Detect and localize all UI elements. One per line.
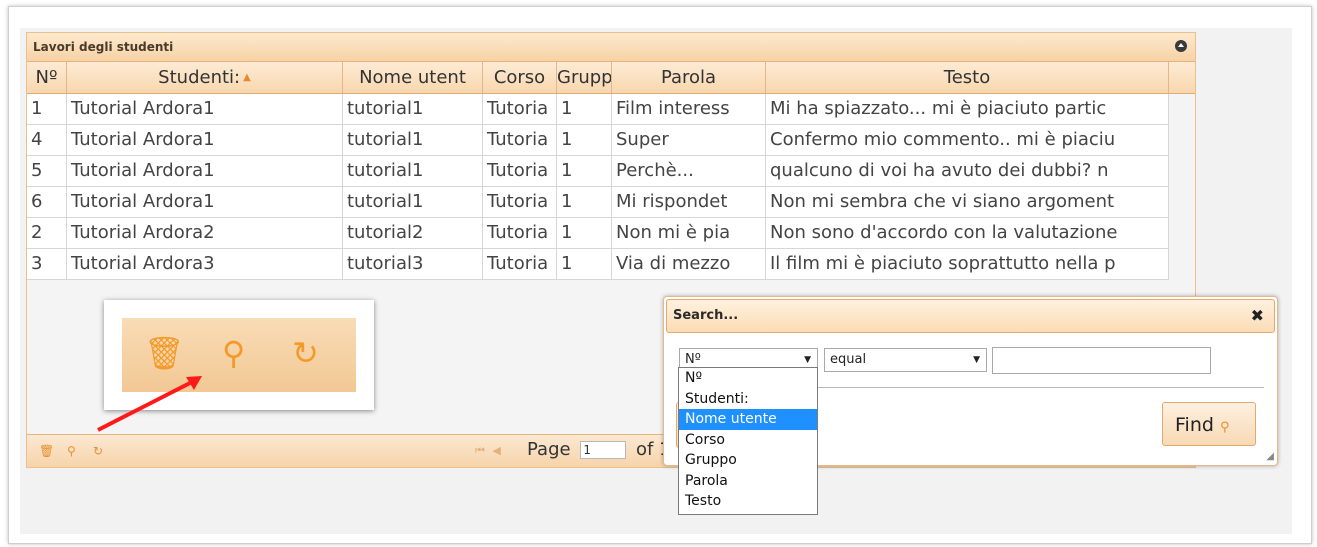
cell-studenti: Tutorial Ardora3 <box>67 249 343 279</box>
col-header-corso[interactable]: Corso <box>483 62 557 93</box>
col-header-parola[interactable]: Parola <box>612 62 766 93</box>
cell-testo: Confermo mio commento.. mi è piaciu <box>766 125 1169 155</box>
dropdown-option[interactable]: Corso <box>679 430 817 451</box>
cell-parola: Via di mezzo <box>612 249 766 279</box>
sort-asc-icon: ▲ <box>243 72 251 83</box>
cell-parola: Perchè... <box>612 156 766 186</box>
cell-testo: Non mi sembra che vi siano argoment <box>766 187 1169 217</box>
red-arrow <box>97 376 202 432</box>
search-title-bar: Search... ✖ <box>666 299 1275 333</box>
cell-gruppo: 1 <box>557 249 612 279</box>
cell-nome-utente: tutorial1 <box>343 94 483 124</box>
caret-down-icon: ▼ <box>973 355 980 365</box>
table-row[interactable]: 3 Tutorial Ardora3 tutorial3 Tutoria 1 Via di… <box>27 249 1169 280</box>
table-row[interactable]: 1 Tutorial Ardora1 tutorial1 Tutoria 1 Film i… <box>27 94 1169 125</box>
search-icon: ⚲ <box>1219 420 1230 435</box>
cell-gruppo: 1 <box>557 125 612 155</box>
cell-nome-utente: tutorial3 <box>343 249 483 279</box>
table-row[interactable]: 6 Tutorial Ardora1 tutorial1 Tutoria 1 Mi ris… <box>27 187 1169 218</box>
col-header-gruppo[interactable]: Grupp <box>557 62 612 93</box>
trash-icon: 🗑 <box>144 334 185 372</box>
col-header-no[interactable]: Nº <box>27 62 67 93</box>
cell-testo: Mi ha spiazzato... mi è piaciuto partic <box>766 94 1169 124</box>
table-row[interactable]: 5 Tutorial Ardora1 tutorial1 Tutoria 1 Perchè… <box>27 156 1169 187</box>
trash-icon[interactable]: 🗑 <box>39 444 54 458</box>
cell-no: 3 <box>27 249 67 279</box>
cell-corso: Tutoria <box>483 156 557 186</box>
cell-parola: Film interess <box>612 94 766 124</box>
cell-no: 1 <box>27 94 67 124</box>
collapse-icon[interactable] <box>1175 40 1187 52</box>
cell-parola: Super <box>612 125 766 155</box>
cell-gruppo: 1 <box>557 187 612 217</box>
search-icon: ⚲ <box>222 334 246 372</box>
cell-studenti: Tutorial Ardora2 <box>67 218 343 248</box>
dropdown-option[interactable]: Parola <box>679 471 817 492</box>
dropdown-option[interactable]: Gruppo <box>679 450 817 471</box>
cell-testo: qualcuno di voi ha avuto dei dubbi? n <box>766 156 1169 186</box>
cell-studenti: Tutorial Ardora1 <box>67 94 343 124</box>
cell-testo: Il film mi è piaciuto soprattutto nella … <box>766 249 1169 279</box>
cell-corso: Tutoria <box>483 125 557 155</box>
dropdown-option[interactable]: Nº <box>679 368 817 389</box>
search-value-input[interactable] <box>992 347 1211 374</box>
cell-corso: Tutoria <box>483 94 557 124</box>
table-row[interactable]: 2 Tutorial Ardora2 tutorial2 Tutoria 1 Non mi… <box>27 218 1169 249</box>
close-icon[interactable]: ✖ <box>1251 306 1264 325</box>
cell-nome-utente: tutorial2 <box>343 218 483 248</box>
cell-nome-utente: tutorial1 <box>343 156 483 186</box>
refresh-icon: ↻ <box>292 334 319 372</box>
search-title: Search... <box>673 308 739 323</box>
cell-testo: Non sono d'accordo con la valutazione <box>766 218 1169 248</box>
cell-gruppo: 1 <box>557 218 612 248</box>
cell-corso: Tutoria <box>483 218 557 248</box>
page-number-input[interactable]: 1 <box>580 441 627 459</box>
cell-corso: Tutoria <box>483 187 557 217</box>
col-header-nome-utente[interactable]: Nome utent <box>343 62 483 93</box>
cell-no: 4 <box>27 125 67 155</box>
cell-gruppo: 1 <box>557 94 612 124</box>
col-header-testo[interactable]: Testo <box>766 62 1169 93</box>
pager-text: Page 1 of 1 <box>527 439 671 460</box>
search-icon[interactable]: ⚲ <box>67 444 76 458</box>
cell-studenti: Tutorial Ardora1 <box>67 125 343 155</box>
cell-parola: Non mi è pia <box>612 218 766 248</box>
grid-header: Nº Studenti: ▲ Nome utent Corso Grupp Par… <box>27 62 1195 94</box>
cell-corso: Tutoria <box>483 249 557 279</box>
find-button[interactable]: Find ⚲ <box>1162 402 1256 446</box>
cell-no: 2 <box>27 218 67 248</box>
cell-nome-utente: tutorial1 <box>343 125 483 155</box>
cell-studenti: Tutorial Ardora1 <box>67 156 343 186</box>
operator-select[interactable]: equal ▼ <box>824 348 987 372</box>
dropdown-option[interactable]: Testo <box>679 491 817 512</box>
refresh-icon[interactable]: ↻ <box>93 444 103 458</box>
field-dropdown-list: Nº Studenti: Nome utente Corso Gruppo Parola T… <box>678 367 818 515</box>
grid-title-bar: Lavori degli studenti <box>27 33 1195 62</box>
cell-nome-utente: tutorial1 <box>343 187 483 217</box>
dropdown-option[interactable]: Studenti: <box>679 389 817 410</box>
col-header-studenti[interactable]: Studenti: ▲ <box>67 62 343 93</box>
grid-body: 1 Tutorial Ardora1 tutorial1 Tutoria 1 Film i… <box>27 94 1169 280</box>
cell-studenti: Tutorial Ardora1 <box>67 187 343 217</box>
cell-parola: Mi rispondet <box>612 187 766 217</box>
dropdown-option[interactable]: Nome utente <box>679 409 817 430</box>
table-row[interactable]: 4 Tutorial Ardora1 tutorial1 Tutoria 1 Super C… <box>27 125 1169 156</box>
cell-gruppo: 1 <box>557 156 612 186</box>
cell-no: 5 <box>27 156 67 186</box>
resize-grip-icon[interactable]: ◢ <box>1266 451 1274 462</box>
pager-nav-icons[interactable]: ⏮ ◀ <box>475 444 503 458</box>
grid-title: Lavori degli studenti <box>33 40 174 54</box>
cell-no: 6 <box>27 187 67 217</box>
